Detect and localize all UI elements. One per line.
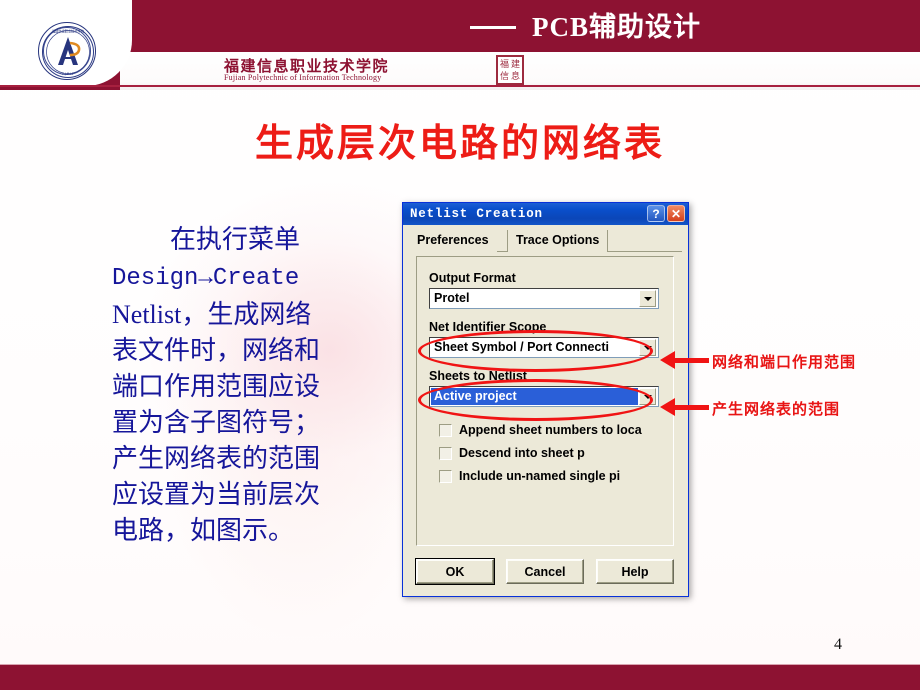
- checkbox-append-sheet-numbers[interactable]: Append sheet numbers to loca: [439, 423, 642, 437]
- page-number: 4: [834, 636, 842, 653]
- checkbox-icon[interactable]: [439, 469, 452, 483]
- page-title: 生成层次电路的网络表: [254, 123, 665, 165]
- school-seal-stamp: 福 建 信 息: [496, 55, 524, 85]
- body-line-4: 表文件时，网络和: [112, 336, 321, 365]
- body-line-7: 产生网络表的范围: [112, 444, 321, 473]
- dialog-titlebar-buttons: ? ✕: [647, 205, 685, 222]
- footer-bar: [0, 665, 920, 690]
- body-line-1: 在执行菜单: [170, 225, 301, 254]
- tab-trace-options[interactable]: Trace Options: [507, 230, 609, 252]
- tab-preferences[interactable]: Preferences: [409, 230, 497, 252]
- help-icon[interactable]: ?: [647, 205, 665, 222]
- net-identifier-scope-combo[interactable]: Sheet Symbol / Port Connecti: [429, 337, 659, 358]
- header-divider-rule: [0, 85, 920, 87]
- net-identifier-scope-value: Sheet Symbol / Port Connecti: [434, 340, 610, 354]
- net-identifier-scope-label: Net Identifier Scope: [429, 320, 547, 334]
- body-line-8: 应设置为当前层次: [112, 480, 321, 509]
- svg-text:福建信息职业技术学院: 福建信息职业技术学院: [52, 29, 85, 34]
- checkbox-include-unnamed-single-pin[interactable]: Include un-named single pi: [439, 469, 620, 483]
- dialog-title: Netlist Creation: [410, 207, 543, 221]
- stamp-char: 息: [510, 71, 520, 81]
- checkbox-descend-into-sheet-label: Descend into sheet p: [459, 446, 585, 460]
- school-logo: 福建信息职业技术学院 F J P I T: [38, 22, 96, 80]
- dialog-tabstrip: Preferences Trace Options: [409, 230, 682, 252]
- cancel-button[interactable]: Cancel: [506, 559, 584, 584]
- school-name-en: Fujian Polytechnic of Information Techno…: [224, 73, 382, 82]
- dialog-button-row: OK Cancel Help: [415, 558, 674, 585]
- output-format-combo[interactable]: Protel: [429, 288, 659, 309]
- sheets-to-netlist-label: Sheets to Netlist: [429, 369, 527, 383]
- stamp-char: 信: [499, 71, 509, 81]
- body-paragraph: 在执行菜单 Design→Create Netlist，生成网络 表文件时，网络…: [112, 222, 384, 549]
- stamp-char: 建: [510, 59, 520, 69]
- header-dash-icon: [470, 26, 516, 30]
- dialog-titlebar[interactable]: Netlist Creation ? ✕: [403, 203, 688, 225]
- body-line-2: Design→Create: [112, 265, 300, 292]
- annotation-label-net-identifier-scope: 网络和端口作用范围: [712, 354, 857, 371]
- body-line-5: 端口作用范围应设: [112, 372, 321, 401]
- checkbox-include-unnamed-single-pin-label: Include un-named single pi: [459, 469, 621, 483]
- checkbox-icon[interactable]: [439, 446, 452, 460]
- page-header-title: PCB辅助设计: [470, 8, 890, 46]
- checkbox-descend-into-sheet[interactable]: Descend into sheet p: [439, 446, 585, 460]
- sheets-to-netlist-combo[interactable]: Active project: [429, 386, 659, 407]
- annotation-arrow-sheets-to-netlist: [660, 398, 709, 416]
- header-title-text: PCB辅助设计: [532, 12, 701, 42]
- ok-button[interactable]: OK: [415, 558, 495, 585]
- output-format-value: Protel: [434, 291, 470, 305]
- stamp-char: 福: [499, 59, 509, 69]
- slide-canvas: 福建信息职业技术学院 F J P I T PCB辅助设计 福建信息职业技术学院 …: [0, 0, 920, 690]
- checkbox-icon[interactable]: [439, 423, 452, 437]
- svg-text:F J P I T: F J P I T: [62, 72, 74, 76]
- sheets-to-netlist-value: Active project: [430, 387, 639, 406]
- checkbox-append-sheet-numbers-label: Append sheet numbers to loca: [459, 423, 642, 437]
- body-line-3: Netlist，生成网络: [112, 300, 312, 329]
- output-format-label: Output Format: [429, 271, 516, 285]
- help-button[interactable]: Help: [596, 559, 674, 584]
- body-line-6: 置为含子图符号；: [112, 408, 321, 437]
- preferences-group-panel: Output Format Protel Net Identifier Scop…: [416, 256, 674, 546]
- netlist-creation-dialog: Netlist Creation ? ✕ Preferences Trace O…: [402, 202, 689, 597]
- body-line-9: 电路，如图示。: [112, 516, 295, 545]
- chevron-down-icon[interactable]: [639, 290, 656, 307]
- annotation-label-sheets-to-netlist: 产生网络表的范围: [712, 401, 841, 418]
- school-logo-icon: 福建信息职业技术学院 F J P I T: [42, 26, 94, 78]
- chevron-down-icon[interactable]: [639, 339, 656, 356]
- chevron-down-icon[interactable]: [639, 388, 656, 405]
- close-icon[interactable]: ✕: [667, 205, 685, 222]
- annotation-arrow-net-identifier-scope: [660, 351, 709, 369]
